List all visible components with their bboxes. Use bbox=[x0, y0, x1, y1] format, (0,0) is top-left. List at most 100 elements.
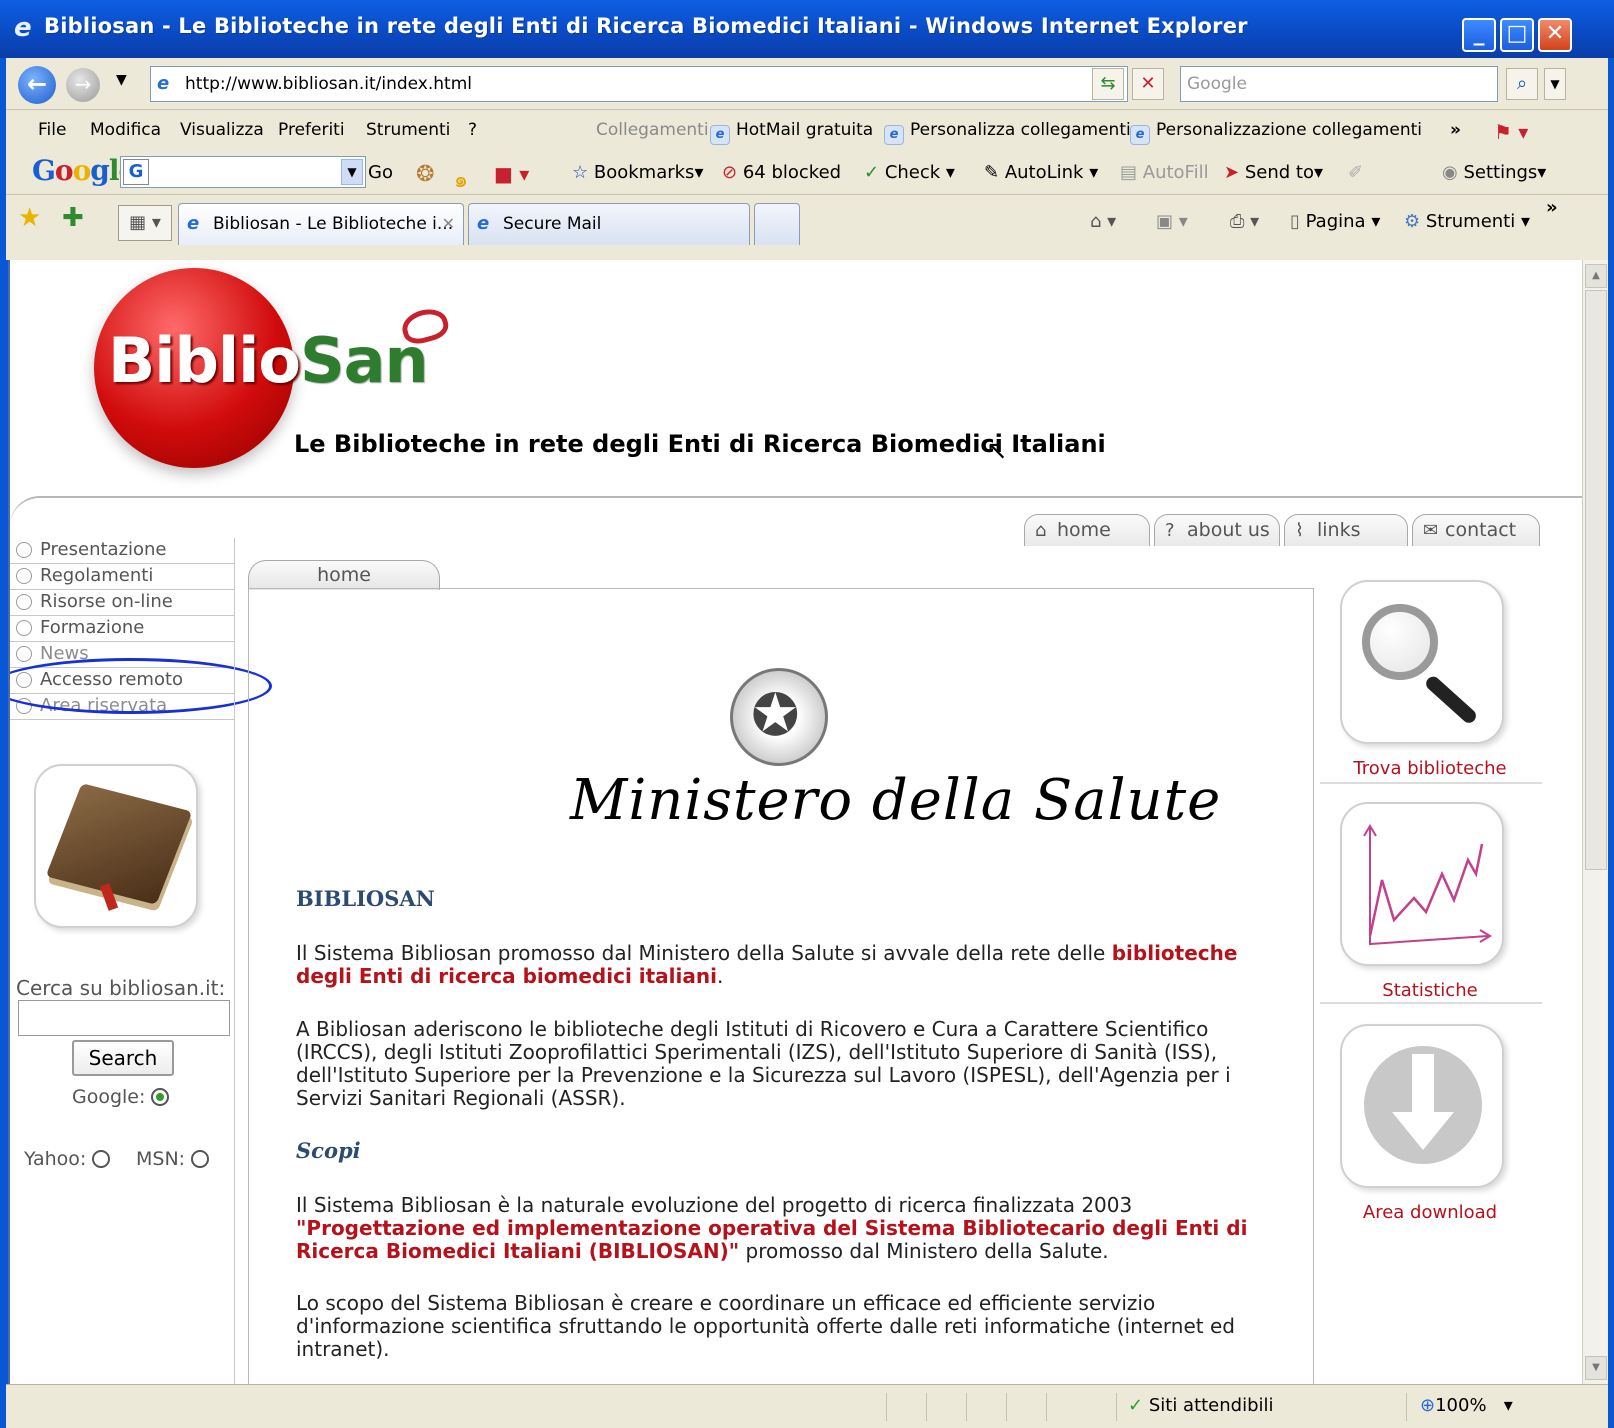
menu-formazione[interactable]: Formazione bbox=[10, 616, 234, 642]
forward-button[interactable]: → bbox=[66, 68, 100, 102]
link-personalizzazione[interactable]: e Personalizzazione collegamenti bbox=[1130, 120, 1422, 145]
radio-icon[interactable] bbox=[191, 1150, 210, 1168]
menu-help[interactable]: ? bbox=[468, 120, 477, 140]
highlighter-icon[interactable]: ✐ bbox=[1348, 162, 1363, 183]
security-zone[interactable]: ✓ Siti attendibili bbox=[1128, 1395, 1274, 1416]
settings-button[interactable]: ◉ Settings▾ bbox=[1442, 162, 1546, 183]
popup-blocker-button[interactable]: ⊘ 64 blocked bbox=[722, 162, 841, 183]
menu-risorse-online[interactable]: Risorse on-line bbox=[10, 590, 234, 616]
statistiche-image[interactable] bbox=[1340, 802, 1504, 966]
send-to-button[interactable]: ➤ Send to▾ bbox=[1224, 162, 1323, 183]
history-dropdown-icon[interactable]: ▼ bbox=[116, 72, 127, 88]
autolink-button[interactable]: ✎ AutoLink ▾ bbox=[984, 162, 1098, 183]
scroll-down-icon[interactable]: ▼ bbox=[1585, 1356, 1607, 1380]
menu-preferiti[interactable]: Preferiti bbox=[278, 120, 345, 140]
tab-close-icon[interactable]: ✕ bbox=[442, 204, 455, 244]
page-viewport: BiblioSan Le Biblioteche in rete degli E… bbox=[8, 260, 1582, 1384]
ie-link-icon: e bbox=[1130, 125, 1150, 145]
feeds-icon[interactable]: ▣ ▾ bbox=[1156, 211, 1188, 232]
trova-biblioteche-image[interactable] bbox=[1340, 580, 1504, 744]
line-chart-icon bbox=[1363, 824, 1492, 946]
content-tab-home[interactable]: home bbox=[248, 560, 440, 590]
link-trova-biblioteche[interactable]: Trova biblioteche bbox=[1320, 758, 1540, 779]
engine-google[interactable]: Google: bbox=[72, 1086, 170, 1108]
engine-msn[interactable]: MSN: bbox=[136, 1148, 210, 1170]
menu-file[interactable]: File bbox=[38, 120, 66, 140]
link-hotmail[interactable]: e HotMail gratuita bbox=[710, 120, 873, 145]
scroll-thumb[interactable] bbox=[1585, 290, 1607, 870]
back-button[interactable]: ← bbox=[18, 66, 56, 104]
ie-tab-icon: e bbox=[187, 213, 200, 234]
search-options-icon[interactable]: ▼ bbox=[1544, 68, 1566, 100]
quick-tabs-icon[interactable]: ▦ ▾ bbox=[118, 205, 172, 241]
menu-visualizza[interactable]: Visualizza bbox=[180, 120, 264, 140]
tab-secure-mail[interactable]: e Secure Mail bbox=[468, 203, 750, 245]
nav-contact[interactable]: ✉ contact bbox=[1412, 514, 1540, 546]
site-search-label: Cerca su bibliosan.it: bbox=[16, 976, 226, 1000]
bibliosan-logo[interactable]: BiblioSan bbox=[108, 324, 429, 397]
maximize-button[interactable]: □ bbox=[1500, 18, 1534, 52]
news-icon[interactable]: ❂ bbox=[416, 162, 434, 187]
scroll-up-icon[interactable]: ▲ bbox=[1585, 264, 1607, 288]
ie-icon: e bbox=[14, 13, 32, 43]
address-bar[interactable]: e http://www.bibliosan.it/index.html ▼ bbox=[150, 66, 1128, 102]
zoom-control[interactable]: ⊕100% ▾ bbox=[1420, 1395, 1513, 1416]
search-go-icon[interactable]: ⌕ bbox=[1506, 68, 1538, 100]
search-box[interactable]: Google bbox=[1180, 66, 1498, 102]
site-search-button[interactable]: Search bbox=[72, 1040, 174, 1076]
zoom-icon: ⊕ bbox=[1420, 1395, 1436, 1416]
radio-selected-icon[interactable] bbox=[151, 1088, 170, 1106]
home-icon[interactable]: ⌂ ▾ bbox=[1090, 211, 1116, 232]
tab-row: ★ ✚ ▦ ▾ e Bibliosan - Le Biblioteche i..… bbox=[6, 194, 1608, 260]
site-search-input[interactable] bbox=[18, 1000, 230, 1036]
menu-modifica[interactable]: Modifica bbox=[90, 120, 161, 140]
vertical-scrollbar[interactable]: ▲ ▼ bbox=[1582, 260, 1608, 1384]
nav-about-us[interactable]: ? about us bbox=[1154, 514, 1280, 546]
add-favorite-icon[interactable]: ✚ bbox=[62, 203, 84, 233]
ie-link-icon: e bbox=[710, 125, 730, 145]
google-search-input[interactable]: G ▼ bbox=[120, 156, 366, 188]
menu-bar: File Modifica Visualizza Preferiti Strum… bbox=[6, 110, 1608, 150]
link-statistiche[interactable]: Statistiche bbox=[1320, 980, 1540, 1001]
tools-menu-button[interactable]: ⚙ Strumenti ▾ bbox=[1404, 211, 1530, 232]
spellcheck-icon: ✓ bbox=[864, 162, 880, 183]
link-personalizza[interactable]: e Personalizza collegamenti bbox=[884, 120, 1131, 145]
translate-icon[interactable]: ⚑ ▾ bbox=[1494, 120, 1528, 144]
menu-regolamenti[interactable]: Regolamenti bbox=[10, 564, 234, 590]
google-dropdown-icon[interactable]: ▼ bbox=[341, 159, 363, 185]
spellcheck-button[interactable]: ✓ Check ▾ bbox=[864, 162, 955, 183]
google-go-button[interactable]: Go bbox=[368, 162, 393, 183]
autofill-button[interactable]: ▤ AutoFill bbox=[1120, 162, 1209, 183]
menu-presentazione[interactable]: Presentazione bbox=[10, 538, 234, 564]
nav-links[interactable]: ⌇ links bbox=[1284, 514, 1408, 546]
status-separator bbox=[1116, 1393, 1117, 1421]
paragraph-scopi: Il Sistema Bibliosan è la naturale evolu… bbox=[296, 1193, 1248, 1263]
ministero-logo: Ministero della Salute bbox=[570, 768, 1222, 833]
paragraph-members: A Bibliosan aderiscono le biblioteche de… bbox=[296, 1017, 1231, 1110]
google-g-icon[interactable]: G bbox=[123, 159, 149, 185]
page-menu-button[interactable]: ▯ Pagina ▾ bbox=[1290, 211, 1380, 232]
links-overflow-icon[interactable]: » bbox=[1450, 120, 1461, 140]
paragraph-scopo: Lo scopo del Sistema Bibliosan è creare … bbox=[296, 1291, 1235, 1361]
menu-strumenti[interactable]: Strumenti bbox=[366, 120, 450, 140]
tab-bibliosan[interactable]: e Bibliosan - Le Biblioteche i... ✕ bbox=[178, 203, 464, 245]
book-image[interactable] bbox=[34, 764, 198, 928]
area-download-image[interactable] bbox=[1340, 1024, 1504, 1188]
minimize-button[interactable]: _ bbox=[1462, 18, 1496, 52]
radio-icon[interactable] bbox=[92, 1150, 111, 1168]
spiral-icon[interactable]: ๑ bbox=[454, 162, 468, 197]
refresh-icon[interactable]: ⇆ bbox=[1092, 68, 1124, 100]
close-button[interactable]: ✕ bbox=[1538, 18, 1572, 52]
stop-icon[interactable]: ✕ bbox=[1132, 68, 1164, 100]
engine-yahoo[interactable]: Yahoo: bbox=[24, 1148, 111, 1170]
popup-icon[interactable]: ■ ▾ bbox=[494, 162, 529, 186]
bookmarks-button[interactable]: ☆ Bookmarks▾ bbox=[572, 162, 704, 183]
print-icon[interactable]: ⎙ ▾ bbox=[1230, 211, 1259, 232]
favorites-star-icon[interactable]: ★ bbox=[18, 203, 41, 233]
nav-home[interactable]: ⌂ home bbox=[1024, 514, 1150, 546]
command-overflow-icon[interactable]: » bbox=[1546, 197, 1558, 218]
new-tab-button[interactable] bbox=[754, 203, 800, 245]
link-area-download[interactable]: Area download bbox=[1320, 1202, 1540, 1223]
form-icon: ▤ bbox=[1120, 162, 1138, 183]
status-separator bbox=[1046, 1393, 1047, 1421]
